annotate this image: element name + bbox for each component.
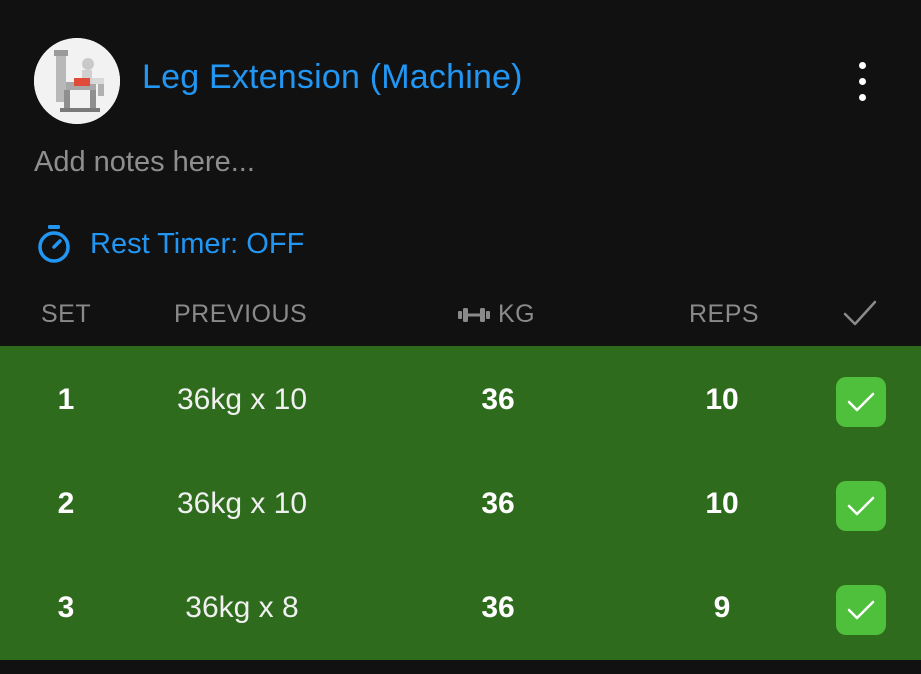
menu-dot	[859, 62, 866, 69]
previous-value[interactable]: 36kg x 8	[132, 556, 352, 660]
weight-input[interactable]: 36	[398, 452, 598, 556]
set-number[interactable]: 3	[0, 556, 132, 660]
more-options-icon[interactable]	[848, 58, 878, 106]
complete-set-checkbox[interactable]	[836, 481, 886, 531]
check-icon	[847, 496, 875, 516]
set-row: 2 36kg x 10 36 10	[0, 452, 921, 556]
exercise-thumbnail[interactable]	[34, 38, 120, 124]
set-row: 1 36kg x 10 36 10	[0, 348, 921, 452]
previous-value[interactable]: 36kg x 10	[132, 452, 352, 556]
menu-dot	[859, 94, 866, 101]
reps-input[interactable]: 9	[622, 556, 822, 660]
column-header-kg-label: KG	[498, 300, 536, 328]
notes-input[interactable]: Add notes here...	[34, 146, 255, 179]
previous-value[interactable]: 36kg x 10	[132, 348, 352, 452]
leg-extension-machine-icon	[34, 38, 120, 124]
rest-timer-label: Rest Timer: OFF	[90, 227, 305, 260]
column-header-previous: PREVIOUS	[174, 300, 308, 328]
sets-table: 1 36kg x 10 36 10 2 36kg x 10 36 10 3 36…	[0, 346, 921, 660]
bottom-edge	[0, 660, 921, 674]
reps-input[interactable]: 10	[622, 452, 822, 556]
complete-set-checkbox[interactable]	[836, 585, 886, 635]
rest-timer-button[interactable]: Rest Timer: OFF	[36, 222, 304, 266]
check-icon	[843, 300, 877, 326]
column-header-set: SET	[41, 300, 92, 328]
set-number[interactable]: 2	[0, 452, 132, 556]
exercise-header: Leg Extension (Machine)	[0, 0, 921, 130]
exercise-title[interactable]: Leg Extension (Machine)	[142, 58, 523, 97]
reps-input[interactable]: 10	[622, 348, 822, 452]
stopwatch-icon	[38, 225, 70, 263]
weight-input[interactable]: 36	[398, 348, 598, 452]
column-header-kg: KG	[458, 300, 535, 329]
menu-dot	[859, 78, 866, 85]
check-icon	[847, 600, 875, 620]
set-number[interactable]: 1	[0, 348, 132, 452]
check-icon	[847, 392, 875, 412]
set-row: 3 36kg x 8 36 9	[0, 556, 921, 660]
weight-input[interactable]: 36	[398, 556, 598, 660]
complete-set-checkbox[interactable]	[836, 377, 886, 427]
dumbbell-icon	[458, 307, 490, 322]
column-header-reps: REPS	[689, 300, 760, 328]
column-header-done	[842, 298, 878, 335]
